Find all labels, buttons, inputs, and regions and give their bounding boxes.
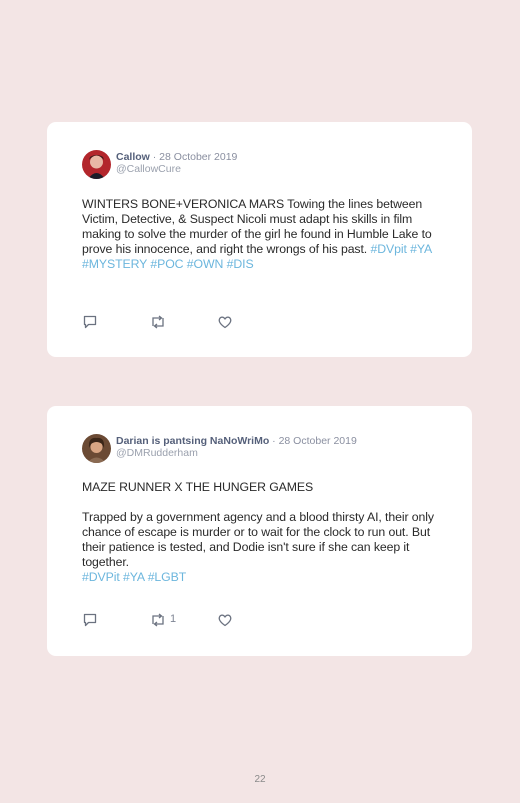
user-handle[interactable]: @DMRudderham <box>116 447 357 459</box>
reply-icon[interactable] <box>82 314 98 330</box>
hashtag[interactable]: #POC <box>150 257 183 271</box>
display-name[interactable]: Callow <box>116 151 150 163</box>
retweet-count: 1 <box>170 613 177 625</box>
hashtag[interactable]: #MYSTERY <box>82 257 147 271</box>
tweet-date[interactable]: · 28 October 2019 <box>153 151 238 163</box>
hashtag[interactable]: #YA <box>410 242 431 256</box>
display-name[interactable]: Darian is pantsing NaNoWriMo <box>116 435 269 447</box>
avatar[interactable] <box>82 150 111 179</box>
page-number: 22 <box>254 774 266 785</box>
tweet-text: WINTERS BONE+VERONICA MARS Towing the li… <box>82 197 442 272</box>
user-handle[interactable]: @CallowCure <box>116 163 237 175</box>
like-icon[interactable] <box>217 612 233 628</box>
like-icon[interactable] <box>217 314 233 330</box>
hashtag[interactable]: #OWN <box>187 257 224 271</box>
tweet-line: Trapped by a government agency and a blo… <box>82 510 434 569</box>
avatar[interactable] <box>82 434 111 463</box>
tweet-card: Darian is pantsing NaNoWriMo · 28 Octobe… <box>47 406 472 656</box>
retweet-icon[interactable]: 1 <box>149 612 176 628</box>
tweet-date[interactable]: · 28 October 2019 <box>272 435 357 447</box>
tweet-text: MAZE RUNNER X THE HUNGER GAMES Trapped b… <box>82 480 442 585</box>
reply-icon[interactable] <box>82 612 98 628</box>
hashtag[interactable]: #DVPit <box>82 570 120 584</box>
tweet-card: Callow · 28 October 2019 @CallowCure WIN… <box>47 122 472 357</box>
hashtag[interactable]: #LGBT <box>148 570 187 584</box>
hashtag[interactable]: #DVpit <box>370 242 406 256</box>
hashtag[interactable]: #YA <box>123 570 144 584</box>
tweet-line: MAZE RUNNER X THE HUNGER GAMES <box>82 480 314 494</box>
retweet-icon[interactable] <box>149 314 167 330</box>
hashtag[interactable]: #DIS <box>227 257 254 271</box>
